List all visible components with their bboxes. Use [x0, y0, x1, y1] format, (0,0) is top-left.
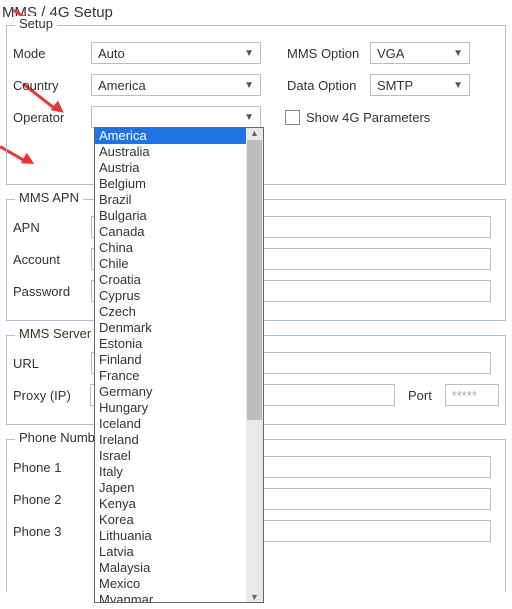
country-option[interactable]: Ireland	[95, 432, 246, 448]
phone3-label: Phone 3	[13, 524, 83, 539]
country-option[interactable]: Lithuania	[95, 528, 246, 544]
port-label: Port	[403, 388, 436, 403]
country-option[interactable]: Brazil	[95, 192, 246, 208]
mode-label: Mode	[13, 46, 83, 61]
dropdown-scrollbar[interactable]: ▲ ▼	[246, 128, 263, 602]
phone3-input[interactable]	[241, 520, 491, 542]
country-option[interactable]: Cyprus	[95, 288, 246, 304]
operator-combo[interactable]: ▼	[91, 106, 261, 128]
show-4g-label: Show 4G Parameters	[306, 110, 430, 125]
country-option[interactable]: Italy	[95, 464, 246, 480]
country-option[interactable]: Chile	[95, 256, 246, 272]
phone1-label: Phone 1	[13, 460, 83, 475]
country-option[interactable]: Belgium	[95, 176, 246, 192]
country-option[interactable]: China	[95, 240, 246, 256]
mode-value: Auto	[98, 46, 125, 61]
country-option[interactable]: Latvia	[95, 544, 246, 560]
country-option[interactable]: Denmark	[95, 320, 246, 336]
country-option[interactable]: Korea	[95, 512, 246, 528]
chevron-down-icon: ▼	[244, 48, 254, 59]
country-option[interactable]: Israel	[95, 448, 246, 464]
country-option[interactable]: Croatia	[95, 272, 246, 288]
url-label: URL	[13, 356, 83, 371]
scroll-thumb[interactable]	[247, 140, 262, 420]
mms-option-value: VGA	[377, 46, 404, 61]
country-option[interactable]: Iceland	[95, 416, 246, 432]
chevron-down-icon: ▼	[453, 80, 463, 91]
chevron-down-icon: ▼	[244, 112, 254, 123]
scroll-up-icon[interactable]: ▲	[250, 128, 259, 138]
country-option[interactable]: Germany	[95, 384, 246, 400]
mms-option-combo[interactable]: VGA ▼	[370, 42, 470, 64]
phone2-label: Phone 2	[13, 492, 83, 507]
apn-legend: MMS APN	[15, 190, 83, 205]
port-input[interactable]: *****	[445, 384, 499, 406]
scroll-down-icon[interactable]: ▼	[250, 592, 259, 602]
mode-combo[interactable]: Auto ▼	[91, 42, 261, 64]
chevron-down-icon: ▼	[244, 80, 254, 91]
country-option[interactable]: Austria	[95, 160, 246, 176]
country-option[interactable]: Finland	[95, 352, 246, 368]
mms-option-label: MMS Option	[287, 46, 362, 61]
data-option-label: Data Option	[287, 78, 362, 93]
country-option[interactable]: Australia	[95, 144, 246, 160]
chevron-down-icon: ▼	[453, 48, 463, 59]
show-4g-checkbox[interactable]	[285, 110, 300, 125]
proxy-label: Proxy (IP)	[13, 388, 82, 403]
country-option[interactable]: America	[95, 128, 246, 144]
account-label: Account	[13, 252, 83, 267]
page-title: MMS / 4G Setup	[0, 0, 512, 25]
apn-label: APN	[13, 220, 83, 235]
country-combo[interactable]: America ▼	[91, 74, 261, 96]
country-option[interactable]: Bulgaria	[95, 208, 246, 224]
operator-label: Operator	[13, 110, 83, 125]
data-option-value: SMTP	[377, 78, 413, 93]
country-option[interactable]: Myanmar	[95, 592, 246, 602]
country-dropdown-list[interactable]: AmericaAustraliaAustriaBelgiumBrazilBulg…	[94, 127, 264, 603]
country-label: Country	[13, 78, 83, 93]
country-option[interactable]: Estonia	[95, 336, 246, 352]
phone1-input[interactable]	[241, 456, 491, 478]
password-label: Password	[13, 284, 83, 299]
phone2-input[interactable]	[241, 488, 491, 510]
setup-legend: Setup	[15, 16, 57, 31]
country-value: America	[98, 78, 146, 93]
country-option[interactable]: Canada	[95, 224, 246, 240]
country-option[interactable]: Czech	[95, 304, 246, 320]
country-option[interactable]: Malaysia	[95, 560, 246, 576]
country-option[interactable]: Mexico	[95, 576, 246, 592]
server-legend: MMS Server	[15, 326, 95, 341]
country-option[interactable]: France	[95, 368, 246, 384]
data-option-combo[interactable]: SMTP ▼	[370, 74, 470, 96]
country-option[interactable]: Japen	[95, 480, 246, 496]
country-option[interactable]: Hungary	[95, 400, 246, 416]
country-option[interactable]: Kenya	[95, 496, 246, 512]
